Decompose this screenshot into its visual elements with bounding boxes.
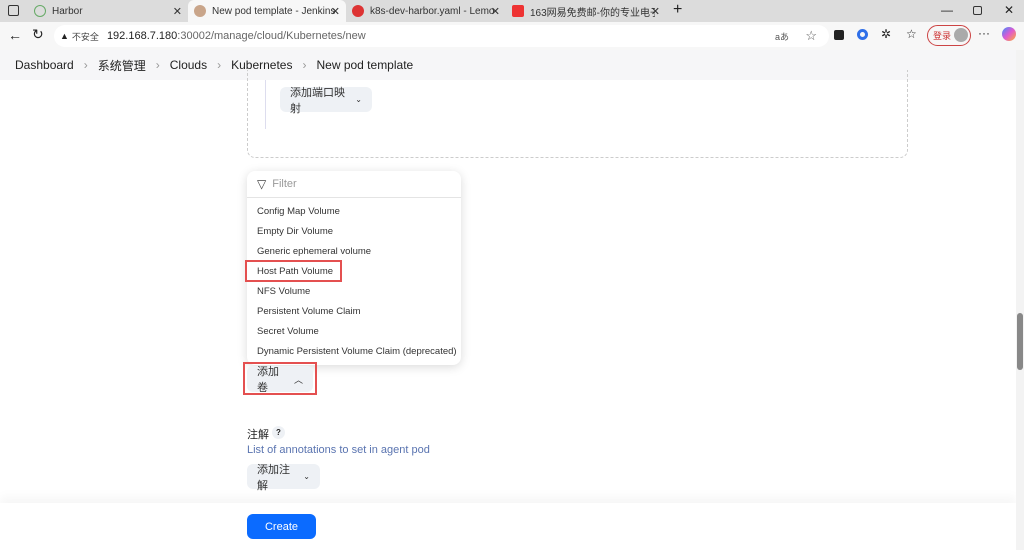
tab-harbor[interactable]: Harbor ✕ [28,0,188,22]
menu-item-empty-dir[interactable]: Empty Dir Volume [257,226,333,237]
gitee-icon [352,5,364,17]
restore-icon[interactable] [973,6,982,15]
help-icon[interactable]: ? [272,426,285,439]
copilot-icon[interactable] [1002,27,1016,41]
divider [265,80,266,129]
tab-title: k8s-dev-harbor.yaml - Lemon/jen [370,5,495,17]
tab-bar: Harbor ✕ New pod template - Jenkins ✕ k8s-… [0,0,1024,22]
tab-163[interactable]: 163网易免费邮-你的专业电子邮件✕ [506,0,666,22]
highlight-box [243,362,317,395]
login-label: 登录 [933,31,952,41]
favorite-star-icon[interactable]: ☆ [805,28,817,44]
warning-icon: ▲ [60,31,69,41]
url-host: 192.168.7.180 [106,30,178,42]
tab-title: 163网易免费邮-你的专业电子邮件 [530,7,655,19]
button-label: Create [264,520,299,533]
menu-item-generic-ephemeral[interactable]: Generic ephemeral volume [257,246,371,257]
close-icon[interactable]: ✕ [491,5,500,18]
chevron-right-icon: › [155,58,160,72]
extensions-puzzle-icon[interactable]: ✲ [881,27,891,41]
filter-icon: ▽ [257,177,267,191]
back-icon[interactable]: ← [8,27,22,43]
add-port-mapping-button[interactable]: 添加端口映射 ⌄ [280,87,372,115]
filter-input[interactable]: ▽ Filter [247,171,461,198]
breadcrumb-clouds[interactable]: Clouds [170,58,207,72]
menu-item-config-map[interactable]: Config Map Volume [257,206,340,217]
breadcrumb-manage[interactable]: 系统管理 [98,57,146,74]
tab-jenkins[interactable]: New pod template - Jenkins ✕ [188,0,346,22]
close-icon[interactable]: ✕ [651,5,660,18]
menu-item-nfs[interactable]: NFS Volume [257,286,310,297]
annotations-description: List of annotations to set in agent pod [247,444,430,456]
avatar [954,28,968,42]
chevron-right-icon: › [83,58,88,72]
jenkins-icon [194,5,206,17]
button-label: 添加端口映射 [290,86,345,115]
chevron-down-icon: ⌄ [303,472,310,481]
mail-163-icon [512,5,524,17]
extension-icon[interactable] [834,30,844,40]
harbor-icon [34,5,46,17]
chevron-right-icon: › [217,58,222,72]
highlight-box [245,260,342,282]
login-button[interactable]: 登录 [927,25,971,46]
refresh-icon[interactable]: ↻ [32,26,44,43]
address-bar-row: ← ↻ ▲ 不安全 192.168.7.180:30002/manage/clo… [0,22,1024,50]
scrollbar-thumb[interactable] [1017,313,1023,370]
close-icon[interactable]: ✕ [331,5,340,18]
extension-circle-icon[interactable] [857,29,868,40]
url-path: :30002/manage/cloud/Kubernetes/new [177,30,366,42]
menu-item-pvc[interactable]: Persistent Volume Claim [257,306,360,317]
close-window-icon[interactable]: ✕ [1004,3,1014,17]
security-label: 不安全 [71,31,99,42]
breadcrumb-dashboard[interactable]: Dashboard [15,58,74,72]
menu-item-dynamic-pvc[interactable]: Dynamic Persistent Volume Claim (depreca… [257,346,457,357]
tab-actions-icon[interactable] [8,5,19,16]
filter-placeholder: Filter [272,178,297,190]
close-icon[interactable]: ✕ [173,5,182,18]
add-annotation-button[interactable]: 添加注解 ⌄ [247,464,320,492]
annotations-label: 注解 [247,429,269,441]
chevron-down-icon: ⌄ [355,95,362,104]
read-aloud-icon[interactable]: aあ [775,30,789,43]
button-label: 添加注解 [257,463,290,492]
url-input[interactable]: ▲ 不安全 192.168.7.180:30002/manage/cloud/K… [54,25,829,47]
tab-title: New pod template - Jenkins [212,5,336,17]
tab-gitee[interactable]: k8s-dev-harbor.yaml - Lemon/jen✕ [346,0,506,22]
menu-item-secret[interactable]: Secret Volume [257,326,319,337]
scrollbar[interactable] [1016,50,1024,550]
more-icon[interactable]: ··· [978,26,990,40]
tab-title: Harbor [52,5,83,17]
bottom-bar [0,503,1016,550]
create-button[interactable]: Create [247,514,316,539]
minimize-icon[interactable]: — [941,3,953,17]
favorites-icon[interactable]: ☆ [906,27,917,41]
new-tab-icon[interactable]: + [673,1,682,19]
